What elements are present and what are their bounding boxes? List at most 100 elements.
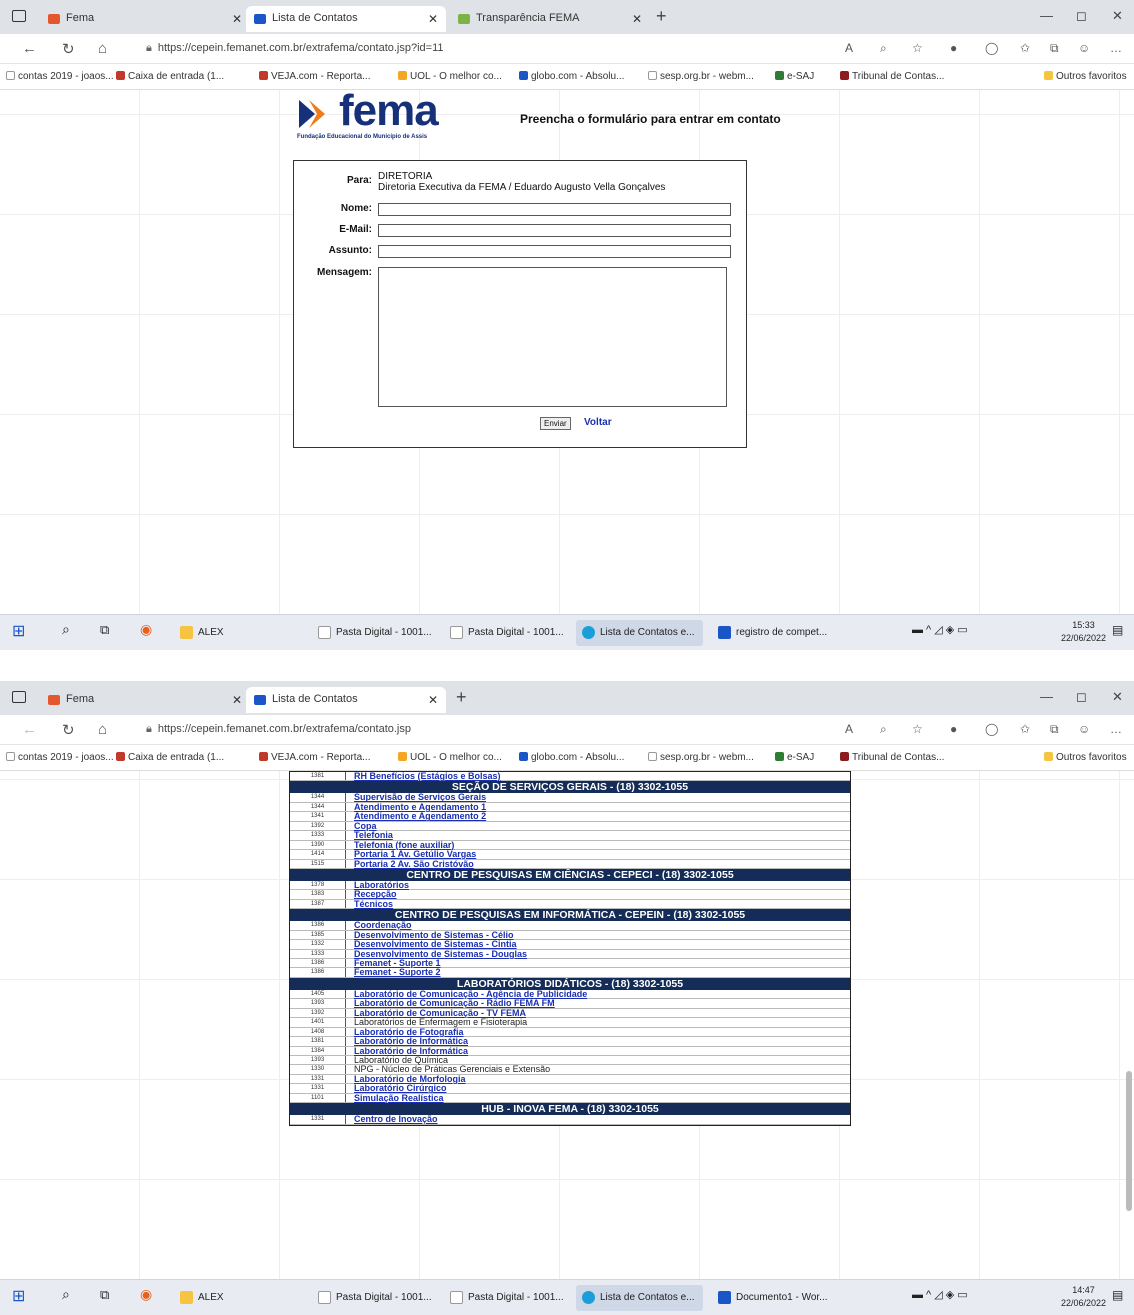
favorite-link[interactable]: sesp.org.br - webm... xyxy=(648,752,754,763)
contact-link[interactable]: Simulação Realística xyxy=(354,1093,444,1103)
voltar-link[interactable]: Voltar xyxy=(584,417,612,428)
new-tab-icon[interactable]: + xyxy=(456,687,467,708)
minimize-icon[interactable]: — xyxy=(1040,689,1053,704)
profile-icon[interactable]: ☺ xyxy=(1078,722,1090,736)
firefox-icon[interactable]: ◉ xyxy=(140,1286,152,1303)
tab-lista-contatos[interactable]: Lista de Contatos ✕ xyxy=(246,687,446,713)
close-icon[interactable]: ✕ xyxy=(428,12,438,26)
favorite-link[interactable]: VEJA.com - Reporta... xyxy=(259,71,370,82)
tab-fema[interactable]: Fema ✕ xyxy=(40,687,250,713)
profile-icon[interactable]: ☺ xyxy=(1078,41,1090,55)
favorite-link[interactable]: sesp.org.br - webm... xyxy=(648,71,754,82)
task-view-icon[interactable]: ⧉ xyxy=(100,1287,109,1303)
tray-icons[interactable]: ▬ ^ ◿ ◈ ▭ xyxy=(912,1288,968,1301)
collections-icon[interactable]: ⧉ xyxy=(1050,722,1059,737)
favorite-link[interactable]: Tribunal de Contas... xyxy=(840,71,944,82)
read-aloud-icon[interactable]: A xyxy=(845,722,853,736)
extension-icon[interactable]: ● xyxy=(950,41,957,55)
tab-actions-icon[interactable] xyxy=(12,691,26,703)
back-icon[interactable]: ← xyxy=(22,721,37,738)
favorite-link[interactable]: Caixa de entrada (1... xyxy=(116,752,224,763)
search-icon[interactable]: ⌕ xyxy=(62,621,70,638)
home-icon[interactable]: ⌂ xyxy=(98,721,107,738)
favorite-link[interactable]: globo.com - Absolu... xyxy=(519,71,624,82)
read-aloud-icon[interactable]: A xyxy=(845,41,853,55)
refresh-icon[interactable]: ↻ xyxy=(62,40,75,58)
close-icon[interactable]: ✕ xyxy=(232,12,242,26)
enviar-button[interactable]: Enviar xyxy=(540,417,571,430)
taskbar-item[interactable]: ALEX xyxy=(174,620,232,646)
notification-icon[interactable]: ▤ xyxy=(1112,1288,1123,1302)
contact-link[interactable]: RH Benefícios (Estágios e Bolsas) xyxy=(354,771,501,781)
taskbar-item[interactable]: ALEX xyxy=(174,1285,232,1311)
favorite-star-icon[interactable]: ☆ xyxy=(912,722,923,736)
close-icon[interactable]: ✕ xyxy=(632,12,642,26)
maximize-icon[interactable]: ◻ xyxy=(1076,8,1087,24)
more-icon[interactable]: … xyxy=(1110,41,1122,55)
favorite-folder[interactable]: Outros favoritos xyxy=(1044,752,1127,763)
url-field[interactable]: 🔒︎ https://cepein.femanet.com.br/extrafem… xyxy=(140,39,830,59)
windows-start-icon[interactable]: ⊞ xyxy=(12,621,25,641)
extension-icon[interactable]: ● xyxy=(950,722,957,736)
tab-actions-icon[interactable] xyxy=(12,10,26,22)
clock[interactable]: 15:33 22/06/2022 xyxy=(1061,619,1106,645)
favorite-link[interactable]: UOL - O melhor co... xyxy=(398,752,502,763)
contact-link[interactable]: Técnicos xyxy=(354,899,393,909)
assunto-input[interactable] xyxy=(378,245,731,258)
favorite-link[interactable]: Tribunal de Contas... xyxy=(840,752,944,763)
windows-start-icon[interactable]: ⊞ xyxy=(12,1286,25,1306)
new-tab-icon[interactable]: + xyxy=(656,6,667,27)
zoom-icon[interactable]: ⌕ xyxy=(880,41,887,56)
collections-icon[interactable]: ⧉ xyxy=(1050,41,1059,56)
tab-fema[interactable]: Fema ✕ xyxy=(40,6,250,32)
close-window-icon[interactable]: ✕ xyxy=(1112,689,1123,705)
extension-icon[interactable]: ◯ xyxy=(985,41,998,55)
taskbar-item[interactable]: Pasta Digital - 1001... xyxy=(444,620,572,646)
nome-input[interactable] xyxy=(378,203,731,216)
clock[interactable]: 14:47 22/06/2022 xyxy=(1061,1284,1106,1310)
extension-icon[interactable]: ◯ xyxy=(985,722,998,736)
taskbar-item[interactable]: Lista de Contatos e... xyxy=(576,620,703,646)
close-icon[interactable]: ✕ xyxy=(232,693,242,707)
minimize-icon[interactable]: — xyxy=(1040,8,1053,23)
favorite-star-icon[interactable]: ☆ xyxy=(912,41,923,55)
taskbar-item[interactable]: Lista de Contatos e... xyxy=(576,1285,703,1311)
favorite-folder[interactable]: Outros favoritos xyxy=(1044,71,1127,82)
favorite-link[interactable]: VEJA.com - Reporta... xyxy=(259,752,370,763)
maximize-icon[interactable]: ◻ xyxy=(1076,689,1087,705)
tab-lista-contatos[interactable]: Lista de Contatos ✕ xyxy=(246,6,446,32)
close-icon[interactable]: ✕ xyxy=(428,693,438,707)
close-window-icon[interactable]: ✕ xyxy=(1112,8,1123,24)
tab-transparencia[interactable]: Transparência FEMA ✕ xyxy=(450,6,650,32)
contact-link[interactable]: Centro de Inovação xyxy=(354,1114,438,1124)
contact-link[interactable]: Femanet - Suporte 2 xyxy=(354,967,441,977)
favorite-link[interactable]: contas 2019 - joaos... xyxy=(6,752,114,763)
taskbar-item[interactable]: registro de compet... xyxy=(712,620,835,646)
favorite-link[interactable]: Caixa de entrada (1... xyxy=(116,71,224,82)
scrollbar-thumb[interactable] xyxy=(1126,1071,1132,1211)
favorite-link[interactable]: globo.com - Absolu... xyxy=(519,752,624,763)
email-input[interactable] xyxy=(378,224,731,237)
notification-icon[interactable]: ▤ xyxy=(1112,623,1123,637)
favorite-link[interactable]: UOL - O melhor co... xyxy=(398,71,502,82)
favorites-icon[interactable]: ✩ xyxy=(1020,41,1030,55)
favorites-icon[interactable]: ✩ xyxy=(1020,722,1030,736)
firefox-icon[interactable]: ◉ xyxy=(140,621,152,638)
more-icon[interactable]: … xyxy=(1110,722,1122,736)
taskbar-item[interactable]: Documento1 - Wor... xyxy=(712,1285,836,1311)
refresh-icon[interactable]: ↻ xyxy=(62,721,75,739)
back-icon[interactable]: ← xyxy=(22,40,37,57)
favorite-link[interactable]: e-SAJ xyxy=(775,752,814,763)
home-icon[interactable]: ⌂ xyxy=(98,40,107,57)
search-icon[interactable]: ⌕ xyxy=(62,1286,70,1303)
task-view-icon[interactable]: ⧉ xyxy=(100,622,109,638)
mensagem-textarea[interactable] xyxy=(378,267,727,407)
favorite-link[interactable]: e-SAJ xyxy=(775,71,814,82)
url-field[interactable]: 🔒︎ https://cepein.femanet.com.br/extrafem… xyxy=(140,720,830,740)
contact-link[interactable]: Portaria 2 Av. São Cristóvão xyxy=(354,859,474,869)
favorite-link[interactable]: contas 2019 - joaos... xyxy=(6,71,114,82)
taskbar-item[interactable]: Pasta Digital - 1001... xyxy=(312,620,440,646)
taskbar-item[interactable]: Pasta Digital - 1001... xyxy=(312,1285,440,1311)
zoom-icon[interactable]: ⌕ xyxy=(880,722,887,737)
tray-icons[interactable]: ▬ ^ ◿ ◈ ▭ xyxy=(912,623,968,636)
